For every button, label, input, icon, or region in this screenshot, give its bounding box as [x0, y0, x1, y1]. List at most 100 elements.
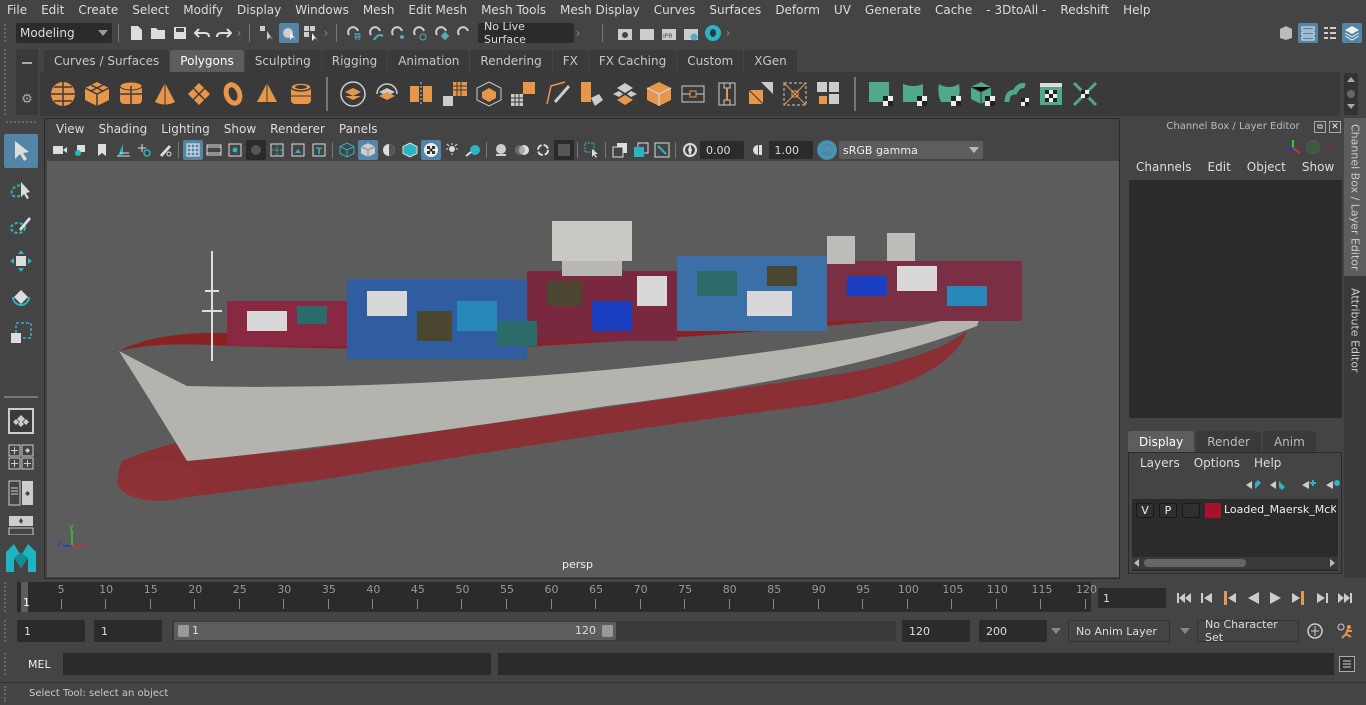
depth-of-field-icon[interactable] [553, 140, 574, 160]
slash-icon[interactable] [1324, 140, 1338, 154]
script-language-label[interactable]: MEL [28, 658, 51, 671]
layer-visibility-toggle[interactable]: V [1136, 503, 1154, 518]
grip-handle[interactable] [4, 620, 10, 642]
camera-attributes-icon[interactable] [71, 140, 91, 160]
tab-channel-box-layer-editor[interactable]: Channel Box / Layer Editor [1344, 118, 1366, 276]
film-gate-icon[interactable] [204, 140, 224, 160]
poly-pyramid-icon[interactable] [250, 77, 284, 111]
collapse-arrow-icon[interactable]: › [235, 24, 243, 42]
tab-fx[interactable]: FX [552, 50, 588, 72]
animation-preferences-icon[interactable] [1336, 622, 1356, 643]
poly-pipe-icon[interactable] [284, 77, 318, 111]
safe-action-icon[interactable] [288, 140, 308, 160]
mirror-icon[interactable] [404, 77, 438, 111]
2d-pan-zoom-icon[interactable] [134, 140, 154, 160]
quad-draw-icon[interactable] [676, 77, 710, 111]
anti-aliasing-icon[interactable] [533, 140, 553, 160]
extrude-icon[interactable] [472, 77, 506, 111]
open-scene-icon[interactable] [148, 23, 168, 43]
menu-file[interactable]: File [0, 3, 34, 17]
edge-flow-icon[interactable] [710, 77, 744, 111]
menu-modify[interactable]: Modify [176, 3, 230, 17]
reduce-icon[interactable] [812, 77, 846, 111]
snap-magnet-icon[interactable] [454, 23, 474, 43]
render-frame-icon[interactable] [637, 23, 657, 43]
grip-handle[interactable] [4, 49, 10, 115]
ship-model[interactable] [47, 161, 1119, 577]
ipr-render-icon[interactable]: IPR [659, 23, 679, 43]
move-layer-up-icon[interactable] [1245, 479, 1261, 494]
3d-viewport[interactable]: y x z persp [47, 161, 1119, 577]
uv-editor-icon[interactable] [1034, 77, 1068, 111]
select-hierarchy-icon[interactable] [257, 23, 277, 43]
collapse-arrow-icon[interactable]: › [322, 24, 330, 42]
layer-menu-layers[interactable]: Layers [1133, 456, 1187, 470]
smooth-shade-icon[interactable] [357, 140, 378, 160]
chevron-up-icon[interactable] [1347, 77, 1355, 82]
poly-cylinder-icon[interactable] [114, 77, 148, 111]
menu-mesh-tools[interactable]: Mesh Tools [474, 3, 553, 17]
menu-windows[interactable]: Windows [288, 3, 356, 17]
tool-settings-icon[interactable] [1320, 23, 1340, 43]
step-forward-key-icon[interactable] [1289, 588, 1309, 608]
playback-end-field[interactable]: 120 [902, 620, 970, 642]
float-panel-icon[interactable]: ⧉ [1314, 121, 1326, 133]
layout-uv-icon[interactable] [1068, 77, 1102, 111]
tab-sculpting[interactable]: Sculpting [244, 50, 321, 72]
field-chart-icon[interactable] [267, 140, 287, 160]
command-input[interactable] [63, 653, 491, 675]
channel-box-layer-editor-icon[interactable] [1342, 22, 1362, 43]
tab-animation[interactable]: Animation [388, 50, 470, 72]
tab-display[interactable]: Display [1128, 431, 1195, 452]
single-perspective-layout-icon[interactable] [4, 404, 38, 438]
menu-mesh[interactable]: Mesh [356, 3, 402, 17]
menu-redshift[interactable]: Redshift [1053, 3, 1116, 17]
menu-help[interactable]: Help [1116, 3, 1157, 17]
menu-display[interactable]: Display [230, 3, 288, 17]
menu-curves[interactable]: Curves [647, 3, 703, 17]
menu-create[interactable]: Create [71, 3, 125, 17]
panel-menu-panels[interactable]: Panels [332, 122, 385, 136]
render-settings-icon[interactable] [681, 23, 701, 43]
poly-torus-icon[interactable] [216, 77, 250, 111]
channel-box-menu-object[interactable]: Object [1239, 160, 1294, 174]
layer-row[interactable]: V P Loaded_Maersk_McKinney [1132, 499, 1338, 521]
poly-plane-icon[interactable] [182, 77, 216, 111]
panel-menu-view[interactable]: View [49, 122, 91, 136]
gate-mask-icon[interactable] [245, 140, 266, 160]
xray-joints-icon[interactable] [631, 140, 651, 160]
auto-key-icon[interactable] [1306, 622, 1324, 643]
scale-tool-icon[interactable] [4, 316, 38, 350]
exposure-icon[interactable] [680, 140, 700, 160]
menu-uv[interactable]: UV [827, 3, 858, 17]
collapse-arrow-icon[interactable]: › [724, 24, 732, 42]
textured-icon[interactable] [420, 140, 441, 160]
chevron-down-icon[interactable] [1347, 104, 1355, 109]
menu-edit[interactable]: Edit [34, 3, 71, 17]
planar-uv-icon[interactable] [864, 77, 898, 111]
bridge-icon[interactable] [540, 77, 574, 111]
snap-to-curve-icon[interactable] [366, 23, 386, 43]
play-backwards-icon[interactable] [1243, 588, 1263, 608]
gamma-icon[interactable] [748, 140, 768, 160]
combine-icon[interactable] [336, 77, 370, 111]
xray-components-icon[interactable] [652, 140, 672, 160]
panel-menu-show[interactable]: Show [217, 122, 263, 136]
layer-playback-toggle[interactable]: P [1159, 503, 1177, 518]
grip-handle[interactable] [4, 582, 10, 612]
script-editor-icon[interactable] [1339, 656, 1355, 672]
undo-icon[interactable] [192, 23, 212, 43]
wireframe-on-shaded-icon[interactable] [400, 140, 420, 160]
shelf-menu-icon[interactable] [22, 62, 32, 64]
key-status-icon[interactable] [1306, 140, 1320, 154]
character-set-dropdown[interactable]: No Character Set [1197, 618, 1299, 644]
make-live-icon[interactable] [432, 23, 452, 43]
tab-rendering[interactable]: Rendering [470, 50, 552, 72]
safe-title-icon[interactable]: T [309, 140, 329, 160]
gear-icon[interactable]: ⚙ [20, 93, 34, 107]
attribute-editor-toggle-icon[interactable] [1298, 22, 1318, 43]
bookmarks-icon[interactable] [92, 140, 112, 160]
grip-handle[interactable] [4, 686, 10, 702]
new-layer-icon[interactable] [1301, 479, 1317, 494]
paint-select-tool-icon[interactable] [4, 208, 38, 242]
